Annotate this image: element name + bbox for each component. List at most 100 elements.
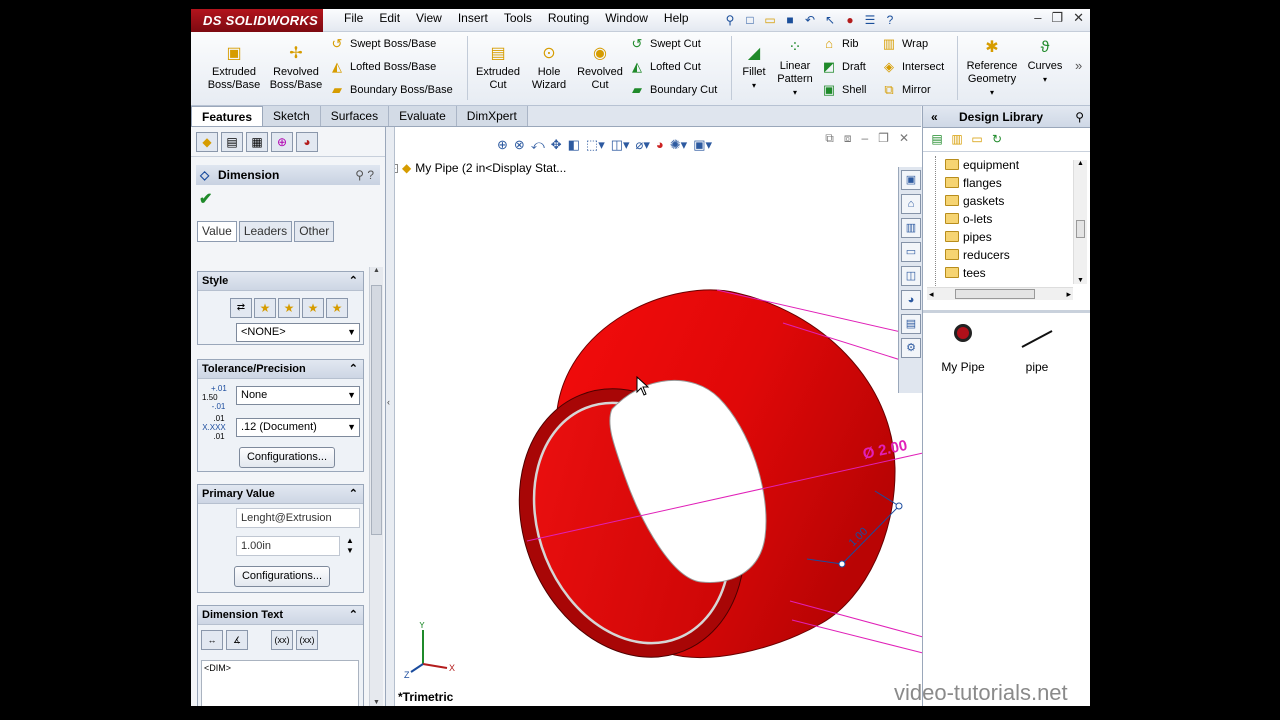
curves-button[interactable]: ϑ Curves ▾ [1025, 36, 1065, 86]
create-folder-icon[interactable]: ▭ [969, 131, 985, 147]
zoom-fit-icon[interactable]: ⊕ [497, 137, 508, 153]
rebuild-icon[interactable]: ● [841, 11, 859, 29]
edit-appearance-icon[interactable]: ◕ [656, 137, 664, 153]
justify-angle-icon[interactable]: ∡ [226, 630, 248, 650]
collapse-chevron-icon[interactable]: ⌃ [349, 360, 358, 379]
menu-view[interactable]: View [408, 10, 450, 32]
graphics-area[interactable]: Ø 2.00 1.00 Y X Z ⊕ ⊗ ⤺ ✥ ◧ ⬚▾ ◫▾ ⌀▾ ◕ ✺… [387, 127, 923, 706]
collapse-chevron-icon[interactable]: ⌃ [349, 485, 358, 504]
select-arrow-icon[interactable]: ↖ [821, 11, 839, 29]
load-style-icon[interactable]: ★ [326, 298, 348, 318]
help-icon[interactable]: ? [881, 11, 899, 29]
swept-cut-button[interactable]: ↺ Swept Cut [629, 36, 701, 52]
close-icon[interactable]: ✕ [899, 131, 909, 146]
tab-dimxpert[interactable]: DimXpert [456, 106, 528, 126]
add-style-icon[interactable]: ★ [254, 298, 276, 318]
scroll-up-icon[interactable]: ▲ [1074, 160, 1087, 167]
view-orientation-icon[interactable]: ⬚▾ [586, 137, 605, 153]
curves-dropdown-icon[interactable]: ▾ [1025, 73, 1065, 86]
help-question-icon[interactable]: ⚲ ? [355, 165, 374, 185]
extruded-cut-button[interactable]: ▤ Extruded Cut [471, 42, 525, 92]
collapse-left-icon[interactable]: « [931, 106, 938, 128]
collapse-chevron-icon[interactable]: ⌃ [349, 272, 358, 291]
dimension-name-field[interactable]: Lenght@Extrusion [236, 508, 360, 528]
ribbon-expand-icon[interactable]: » [1075, 58, 1082, 73]
folder-pipes[interactable]: pipes [925, 228, 1075, 246]
view-settings-icon[interactable]: ▣▾ [693, 137, 712, 153]
fillet-button[interactable]: ◢ Fillet ▾ [735, 42, 773, 92]
tab-features[interactable]: Features [191, 106, 264, 126]
section-view-icon[interactable]: ◧ [568, 137, 580, 153]
collapse-chevron-icon[interactable]: ⌃ [349, 606, 358, 625]
hide-show-icon[interactable]: ⌀▾ [636, 137, 650, 153]
lofted-boss-button[interactable]: ◭ Lofted Boss/Base [329, 59, 436, 75]
library-pane-splitter[interactable] [923, 310, 1090, 313]
linear-pattern-button[interactable]: ⁘ Linear Pattern ▾ [773, 36, 817, 99]
collapse-panel-icon[interactable]: ‹ [387, 397, 390, 407]
folder-tees[interactable]: tees [925, 264, 1075, 282]
scroll-left-icon[interactable]: ◂ [929, 288, 934, 300]
fillet-dropdown-icon[interactable]: ▾ [735, 79, 773, 92]
property-manager-scrollbar[interactable]: ▲ ▼ [369, 267, 383, 706]
revolved-boss-button[interactable]: ✢ Revolved Boss/Base [267, 42, 325, 92]
restore-icon[interactable]: ❐ [878, 131, 889, 146]
folder-gaskets[interactable]: gaskets [925, 192, 1075, 210]
menu-window[interactable]: Window [597, 10, 656, 32]
ok-check-icon[interactable]: ✔ [199, 189, 385, 209]
pipe-body[interactable] [480, 289, 896, 692]
pan-icon[interactable]: ✥ [551, 137, 562, 153]
value-configurations-button[interactable]: Configurations... [234, 566, 330, 587]
revolved-cut-button[interactable]: ◉ Revolved Cut [574, 42, 626, 92]
menu-file[interactable]: File [336, 10, 371, 32]
save-icon[interactable]: ■ [781, 11, 799, 29]
flyout-feature-tree[interactable]: + ◆ My Pipe (2 in<Display Stat... [389, 161, 566, 175]
property-manager-icon[interactable]: ▤ [221, 132, 243, 152]
refresh-icon[interactable]: ↻ [989, 131, 1005, 147]
lofted-cut-button[interactable]: ◭ Lofted Cut [629, 59, 701, 75]
style-group-header[interactable]: Style ⌃ [198, 272, 363, 291]
view-palette-icon[interactable]: ◫ [901, 266, 921, 286]
previous-view-icon[interactable]: ⤺ [531, 137, 545, 153]
menu-insert[interactable]: Insert [450, 10, 496, 32]
new-document-icon[interactable]: □ [741, 11, 759, 29]
delete-style-icon[interactable]: ★ [278, 298, 300, 318]
tab-surfaces[interactable]: Surfaces [320, 106, 390, 126]
draft-button[interactable]: ◩ Draft [821, 59, 866, 75]
menu-tools[interactable]: Tools [496, 10, 540, 32]
tab-evaluate[interactable]: Evaluate [389, 106, 457, 126]
dimension-text-header[interactable]: Dimension Text ⌃ [198, 606, 363, 625]
pipe-model-svg[interactable]: Ø 2.00 1.00 [387, 127, 923, 706]
zoom-area-icon[interactable]: ⊗ [514, 137, 525, 153]
folder-flanges[interactable]: flanges [925, 174, 1075, 192]
library-item-pipe[interactable]: pipe [1007, 324, 1067, 374]
folder-o-lets[interactable]: o-lets [925, 210, 1075, 228]
minimize-icon[interactable]: – [1034, 9, 1041, 27]
appearances-icon[interactable]: ◕ [901, 290, 921, 310]
mirror-button[interactable]: ⧉ Mirror [881, 82, 930, 98]
dimxpert-manager-icon[interactable]: ⊕ [271, 132, 293, 152]
tab-sketch[interactable]: Sketch [263, 106, 321, 126]
menu-routing[interactable]: Routing [540, 10, 597, 32]
tolerance-group-header[interactable]: Tolerance/Precision ⌃ [198, 360, 363, 379]
dimension-value-field[interactable]: 1.00in [236, 536, 340, 556]
library-item-my-pipe[interactable]: My Pipe [933, 324, 993, 374]
dimension-text-area[interactable]: <DIM> [201, 660, 359, 706]
feature-manager-icon[interactable]: ◆ [196, 132, 218, 152]
solidworks-resources-icon[interactable]: ▣ [901, 170, 921, 190]
precision-select[interactable]: .12 (Document) ▼ [236, 418, 360, 437]
panel-splitter[interactable]: ‹ [386, 127, 395, 706]
scroll-right-icon[interactable]: ▸ [1066, 288, 1071, 300]
pin-icon[interactable]: ⚲ [721, 11, 739, 29]
menu-help[interactable]: Help [656, 10, 697, 32]
linear-pattern-dropdown-icon[interactable]: ▾ [773, 86, 817, 99]
menu-edit[interactable]: Edit [371, 10, 408, 32]
reference-geometry-button[interactable]: ✱ Reference Geometry ▾ [961, 36, 1023, 99]
file-explorer-icon[interactable]: ▭ [901, 242, 921, 262]
solidworks-logo[interactable]: DS SOLIDWORKS [191, 9, 323, 32]
restore-icon[interactable]: ❐ [1051, 9, 1063, 27]
display-style-icon[interactable]: ◫▾ [611, 137, 630, 153]
folder-equipment[interactable]: equipment [925, 156, 1075, 174]
tile-icon[interactable]: ⧉ [825, 131, 834, 146]
custom-properties-icon[interactable]: ▤ [901, 314, 921, 334]
folder-tree-hscrollbar[interactable]: ◂ ▸ [927, 287, 1073, 300]
